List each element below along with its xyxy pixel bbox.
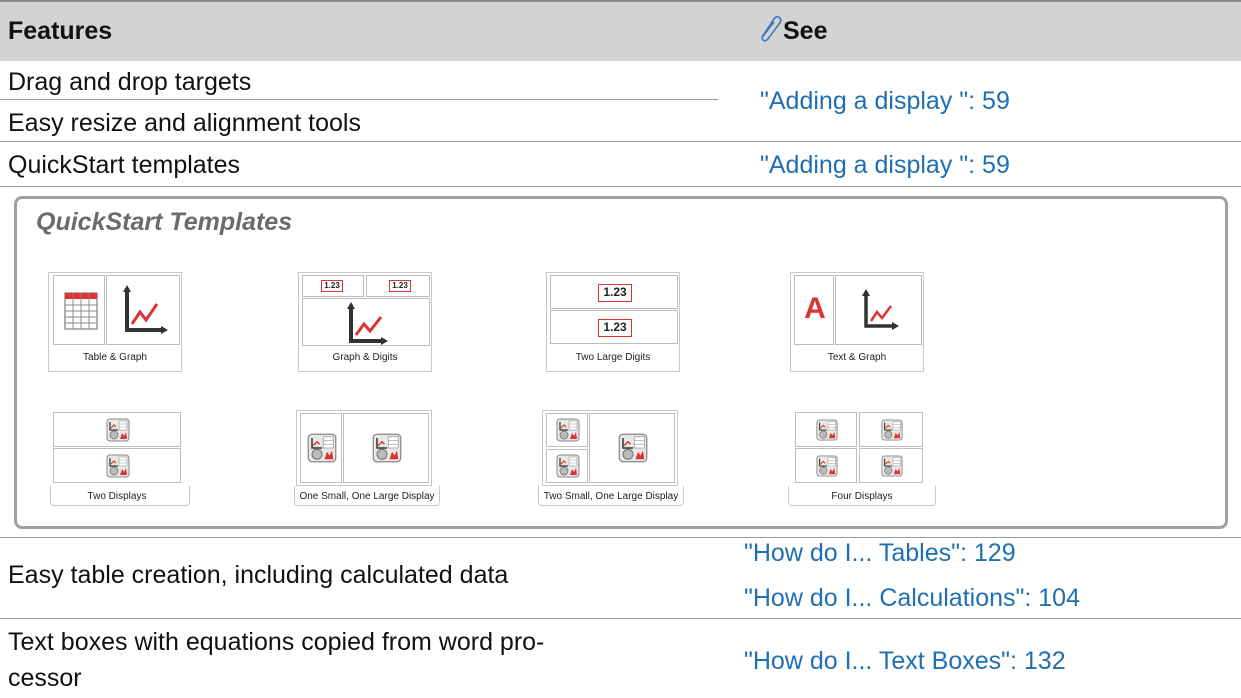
display-cell xyxy=(859,448,923,483)
table-header xyxy=(0,0,1241,61)
row-divider xyxy=(0,537,1241,538)
template-caption: One Small, One Large Display xyxy=(299,491,435,502)
template-caption: Table & Graph xyxy=(83,352,147,363)
template-caption: Two Large Digits xyxy=(575,352,651,363)
template-caption: Two Displays xyxy=(87,491,147,502)
template-two-displays[interactable] xyxy=(50,410,184,486)
see-header: See xyxy=(783,17,828,45)
display-icon xyxy=(881,419,903,441)
template-caption: Graph & Digits xyxy=(332,352,398,363)
link-adding-display-2[interactable]: "Adding a display ": 59 xyxy=(760,150,1010,180)
display-icon xyxy=(556,454,580,478)
digit-label: 1.23 xyxy=(598,319,632,337)
template-one-small-one-large[interactable] xyxy=(296,410,432,486)
row-divider xyxy=(0,141,1241,142)
feature-table-creation: Easy table creation, including calculate… xyxy=(8,561,509,589)
display-cell xyxy=(859,412,923,447)
display-cell xyxy=(795,412,857,447)
digit-label: 1.23 xyxy=(389,280,411,292)
digit-cell: 1.23 xyxy=(550,275,678,309)
feature-quickstart: QuickStart templates xyxy=(8,151,241,179)
display-icon xyxy=(106,418,130,442)
feature-text-boxes-line1: Text boxes with equations copied from wo… xyxy=(8,628,545,656)
paperclip-icon xyxy=(756,13,784,43)
display-cell xyxy=(53,448,181,483)
text-icon: A xyxy=(804,292,826,325)
graph-icon xyxy=(123,285,168,334)
features-header: Features xyxy=(8,17,113,45)
feature-text-boxes-line2: cessor xyxy=(8,664,82,692)
display-cell xyxy=(546,449,588,483)
display-icon xyxy=(307,433,337,463)
display-cell xyxy=(589,413,675,483)
row-divider xyxy=(0,99,718,100)
display-cell xyxy=(300,413,342,483)
link-tables[interactable]: "How do I... Tables": 129 xyxy=(744,538,1016,568)
display-icon xyxy=(816,419,838,441)
template-four-displays[interactable] xyxy=(792,410,926,486)
text-cell: A xyxy=(794,275,834,345)
table-icon xyxy=(64,292,98,330)
digit-cell: 1.23 xyxy=(366,275,430,297)
template-two-small-one-large[interactable] xyxy=(542,410,678,486)
graph-cell xyxy=(106,275,180,345)
template-caption: Four Displays xyxy=(831,491,893,502)
graph-cell xyxy=(302,298,430,346)
digit-cell: 1.23 xyxy=(302,275,364,297)
link-calculations[interactable]: "How do I... Calculations": 104 xyxy=(744,583,1080,613)
display-cell xyxy=(546,413,588,447)
display-icon xyxy=(106,454,130,478)
feature-resize-align: Easy resize and alignment tools xyxy=(8,109,361,137)
display-cell xyxy=(343,413,429,483)
template-caption: Two Small, One Large Display xyxy=(543,491,679,502)
link-text-boxes[interactable]: "How do I... Text Boxes": 132 xyxy=(744,646,1066,676)
graph-cell xyxy=(835,275,922,345)
display-icon xyxy=(816,455,838,477)
template-caption: Text & Graph xyxy=(827,352,887,363)
link-adding-display[interactable]: "Adding a display ": 59 xyxy=(760,86,1010,116)
row-divider xyxy=(0,186,1241,187)
display-icon xyxy=(618,433,648,463)
digit-cell: 1.23 xyxy=(550,310,678,344)
panel-title: QuickStart Templates xyxy=(36,208,293,236)
display-cell xyxy=(53,412,181,447)
graph-icon xyxy=(347,302,388,345)
graph-icon xyxy=(862,289,899,330)
display-icon xyxy=(881,455,903,477)
digit-label: 1.23 xyxy=(598,284,632,302)
display-cell xyxy=(795,448,857,483)
row-divider xyxy=(0,618,1241,619)
display-icon xyxy=(372,433,402,463)
digit-label: 1.23 xyxy=(321,280,343,292)
display-icon xyxy=(556,418,580,442)
table-cell xyxy=(53,275,105,345)
feature-drag-drop: Drag and drop targets xyxy=(8,68,252,96)
